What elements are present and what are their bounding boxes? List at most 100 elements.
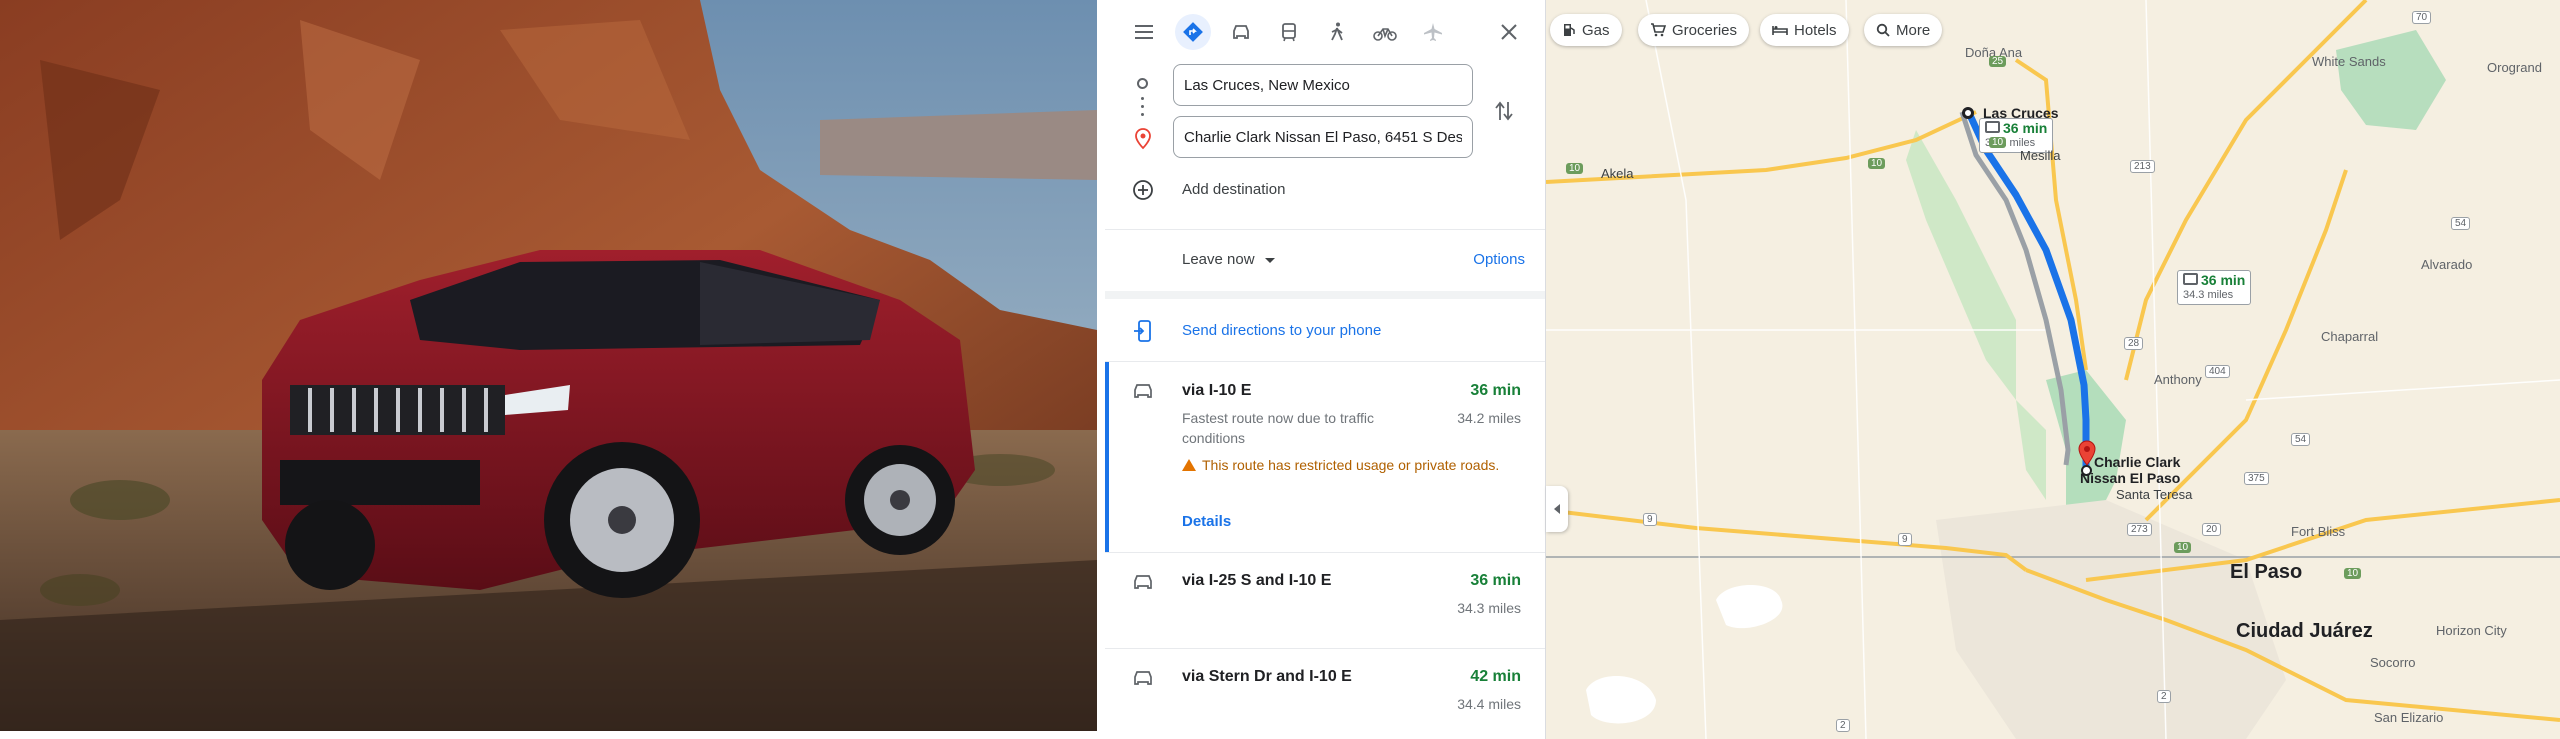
route-time: 36 min: [1470, 382, 1521, 399]
origin-input[interactable]: [1173, 64, 1473, 106]
menu-icon[interactable]: [1126, 14, 1162, 50]
options-link[interactable]: Options: [1473, 251, 1525, 268]
route-distance: 34.2 miles: [1457, 410, 1521, 426]
route-shield: 10: [1989, 137, 2007, 148]
place-label: White Sands: [2312, 54, 2386, 69]
car-icon: [1133, 669, 1153, 692]
send-to-phone-button[interactable]: Send directions to your phone: [1105, 307, 1545, 355]
route-shield: 54: [2291, 433, 2311, 446]
chip-label: Hotels: [1794, 21, 1837, 39]
route-shield: 28: [2124, 337, 2144, 350]
route-shield: 273: [2127, 523, 2152, 536]
directions-icon[interactable]: [1175, 14, 1211, 50]
route-name: via Stern Dr and I-10 E: [1182, 668, 1352, 685]
route-time: 42 min: [1470, 668, 1521, 685]
chip-label: Groceries: [1672, 21, 1738, 39]
plus-circle-icon: [1132, 179, 1154, 206]
car-icon: [2183, 273, 2198, 285]
gas-station-icon: [1564, 24, 1575, 36]
route-shield: 10: [2344, 568, 2362, 579]
route-shield: 54: [2451, 217, 2471, 230]
place-label: Fort Bliss: [2291, 524, 2346, 539]
add-destination-button[interactable]: Add destination: [1105, 170, 1545, 210]
route-warning-text: This route has restricted usage or priva…: [1202, 457, 1500, 473]
destination-input[interactable]: [1173, 116, 1473, 158]
chip-hotels[interactable]: Hotels: [1760, 14, 1849, 46]
bicycle-icon[interactable]: [1367, 14, 1403, 50]
walking-icon[interactable]: [1319, 14, 1355, 50]
place-label: Alvarado: [2421, 257, 2473, 272]
chip-label: More: [1896, 21, 1931, 39]
route-distance: 34.4 miles: [1457, 696, 1521, 712]
leave-now-label: Leave now: [1182, 251, 1255, 268]
origin-circle-icon: [1137, 78, 1148, 89]
place-label: San Elizario: [2374, 710, 2444, 725]
route-shield: 10: [1868, 158, 1886, 169]
route-shield: 375: [2244, 472, 2269, 485]
car-icon: [1985, 121, 2000, 133]
route-shield: 2: [1836, 719, 1850, 732]
place-label: El Paso: [2230, 561, 2303, 583]
route-distance: 34.3 miles: [1457, 600, 1521, 616]
route-option[interactable]: via I-10 E 36 min 34.2 miles Fastest rou…: [1105, 362, 1545, 552]
route-shield: 20: [2202, 523, 2222, 536]
route-shield: 2: [2157, 690, 2171, 703]
place-label: Chaparral: [2321, 329, 2379, 344]
chip-more[interactable]: More: [1864, 14, 1943, 46]
route-name: via I-25 S and I-10 E: [1182, 572, 1332, 589]
route-option[interactable]: via I-25 S and I-10 E 36 min 34.3 miles: [1105, 553, 1545, 648]
car-icon[interactable]: [1223, 14, 1259, 50]
place-label: Las Cruces: [1983, 105, 2059, 121]
bed-icon: [1772, 26, 1788, 35]
destination-pin-icon: [1134, 128, 1152, 155]
chip-groceries[interactable]: Groceries: [1638, 14, 1750, 46]
place-label: Horizon City: [2436, 623, 2507, 638]
chip-gas[interactable]: Gas: [1550, 14, 1622, 46]
destination-label: Charlie Clark Nissan El Paso: [2079, 454, 2181, 486]
chevron-left-icon: [1554, 504, 1560, 514]
route-time-box[interactable]: 36 min 34.3 miles: [2177, 270, 2252, 305]
warning-icon: [1182, 459, 1196, 471]
origin-marker-icon[interactable]: [1962, 107, 1974, 119]
directions-panel: Add destination Leave now Options Send d…: [1105, 0, 1546, 739]
leave-now-dropdown[interactable]: Leave now: [1182, 251, 1275, 268]
route-shield: 70: [2412, 11, 2432, 24]
route-option[interactable]: via Stern Dr and I-10 E 42 min 34.4 mile…: [1105, 649, 1545, 739]
swap-icon[interactable]: [1493, 98, 1515, 129]
airplane-icon[interactable]: [1415, 14, 1451, 50]
place-label: Anthony: [2154, 372, 2202, 387]
phone-send-icon: [1134, 319, 1152, 348]
collapse-panel-button[interactable]: [1546, 486, 1568, 532]
caret-down-icon: [1264, 257, 1275, 263]
place-label: Orogrand: [2487, 60, 2542, 75]
route-shield: 10: [1566, 163, 1584, 174]
route-warning: This route has restricted usage or priva…: [1182, 455, 1512, 476]
place-label: Socorro: [2370, 655, 2416, 670]
route-name: via I-10 E: [1182, 382, 1252, 399]
route-description: Fastest route now due to traffic conditi…: [1182, 410, 1374, 446]
route-details-link[interactable]: Details: [1182, 513, 1231, 530]
section-divider: [1105, 291, 1545, 299]
cart-icon: [1651, 23, 1666, 37]
add-destination-label: Add destination: [1182, 181, 1286, 198]
place-label: Ciudad Juárez: [2236, 620, 2373, 642]
car-icon: [1133, 573, 1153, 596]
car-photo: [0, 0, 1097, 731]
place-label: Mesilla: [2020, 148, 2061, 163]
search-icon: [1876, 23, 1890, 37]
route-shield: 9: [1898, 533, 1912, 546]
route-shield: 10: [2174, 542, 2192, 553]
close-icon[interactable]: [1491, 14, 1527, 50]
route-shield: 9: [1643, 513, 1657, 526]
car-icon: [1133, 382, 1153, 405]
transit-icon[interactable]: [1271, 14, 1307, 50]
divider: [1105, 229, 1545, 230]
place-label: Akela: [1601, 166, 1634, 181]
map[interactable]: 36 min 34.2 miles 36 min 34.3 miles Doña…: [1546, 0, 2560, 739]
send-to-phone-label: Send directions to your phone: [1182, 322, 1382, 339]
place-label: Santa Teresa: [2116, 487, 2193, 502]
travel-mode-bar: [1105, 14, 1545, 50]
chip-label: Gas: [1582, 21, 1610, 39]
route-shield: 404: [2205, 365, 2230, 378]
route-shield: 213: [2130, 160, 2155, 173]
